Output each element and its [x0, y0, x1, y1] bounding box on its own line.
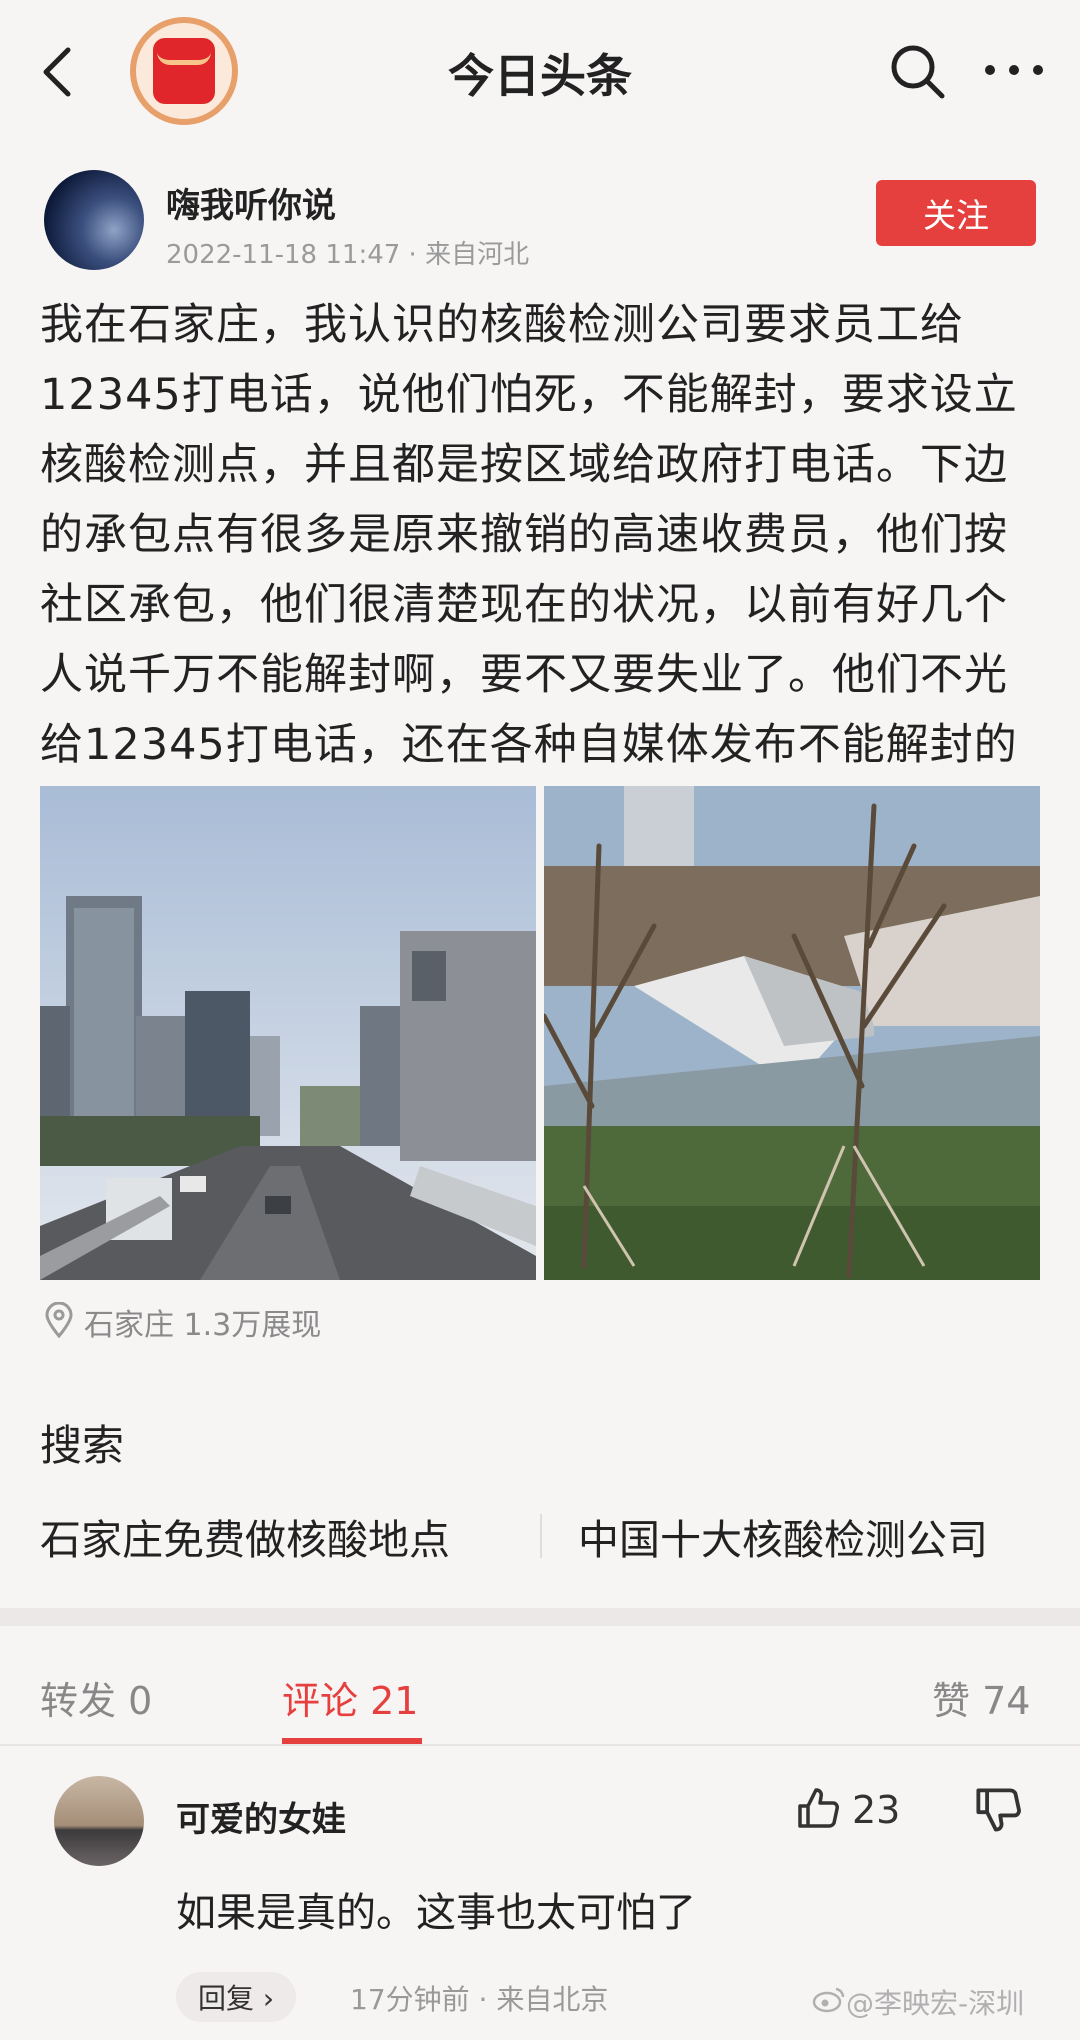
interaction-tabs: 转发 0 评论 21 赞 74	[0, 1626, 1080, 1746]
watermark-text: @李映宏-深圳	[846, 1987, 1025, 2020]
search-section-title: 搜索	[40, 1421, 125, 1470]
chevron-left-icon[interactable]	[36, 42, 80, 102]
tab-comments[interactable]: 评论 21	[282, 1670, 418, 1725]
post-image-street[interactable]	[40, 786, 536, 1280]
comment-like-count: 23	[852, 1788, 901, 1832]
commenter-avatar[interactable]	[54, 1776, 144, 1866]
post-body: 我在石家庄，我认识的核酸检测公司要求员工给12345打电话，说他们怕死，不能解封…	[40, 300, 1018, 840]
section-gap	[0, 1608, 1080, 1626]
tab-forward[interactable]: 转发 0	[40, 1670, 152, 1725]
author-avatar[interactable]	[44, 170, 144, 270]
location-text: 石家庄 1.3万展现	[84, 1308, 322, 1343]
tab-likes[interactable]: 赞 74	[932, 1670, 1030, 1725]
post-meta: 2022-11-18 11:47 · 来自河北	[166, 240, 530, 270]
location-pin-icon	[44, 1301, 74, 1342]
comment-like-button[interactable]: 23	[796, 1786, 900, 1834]
top-bar: 今日头条	[0, 0, 1080, 150]
search-suggestion[interactable]: 中国十大核酸检测公司	[578, 1506, 988, 1566]
commenter-name[interactable]: 可爱的女娃	[176, 1792, 346, 1841]
red-envelope-icon[interactable]	[130, 17, 238, 125]
search-icon[interactable]	[888, 42, 948, 102]
tab-divider	[0, 1744, 1080, 1746]
more-horizontal-icon[interactable]	[982, 50, 1046, 90]
comment-text: 如果是真的。这事也太可怕了	[176, 1890, 696, 1936]
comment-meta: 17分钟前 · 来自北京	[350, 1983, 609, 2016]
reply-button[interactable]: 回复 ›	[176, 1972, 296, 2022]
location-row: 石家庄 1.3万展现	[44, 1300, 321, 1344]
thumbs-up-icon	[796, 1786, 840, 1834]
search-divider	[540, 1514, 542, 1558]
thumbs-down-icon[interactable]	[974, 1786, 1022, 1834]
page: 今日头条 嗨我听你说 2022-11-18 11:47 · 来自河北 关注 我在…	[0, 0, 1080, 2040]
weibo-logo-icon	[812, 1985, 846, 2020]
red-envelope-shape	[153, 38, 215, 104]
search-suggestion[interactable]: 石家庄免费做核酸地点	[40, 1506, 450, 1566]
post-image-park[interactable]	[544, 786, 1040, 1280]
watermark: @李映宏-深圳	[812, 1982, 1024, 2022]
author-name[interactable]: 嗨我听你说	[166, 178, 336, 227]
follow-button[interactable]: 关注	[876, 180, 1036, 246]
